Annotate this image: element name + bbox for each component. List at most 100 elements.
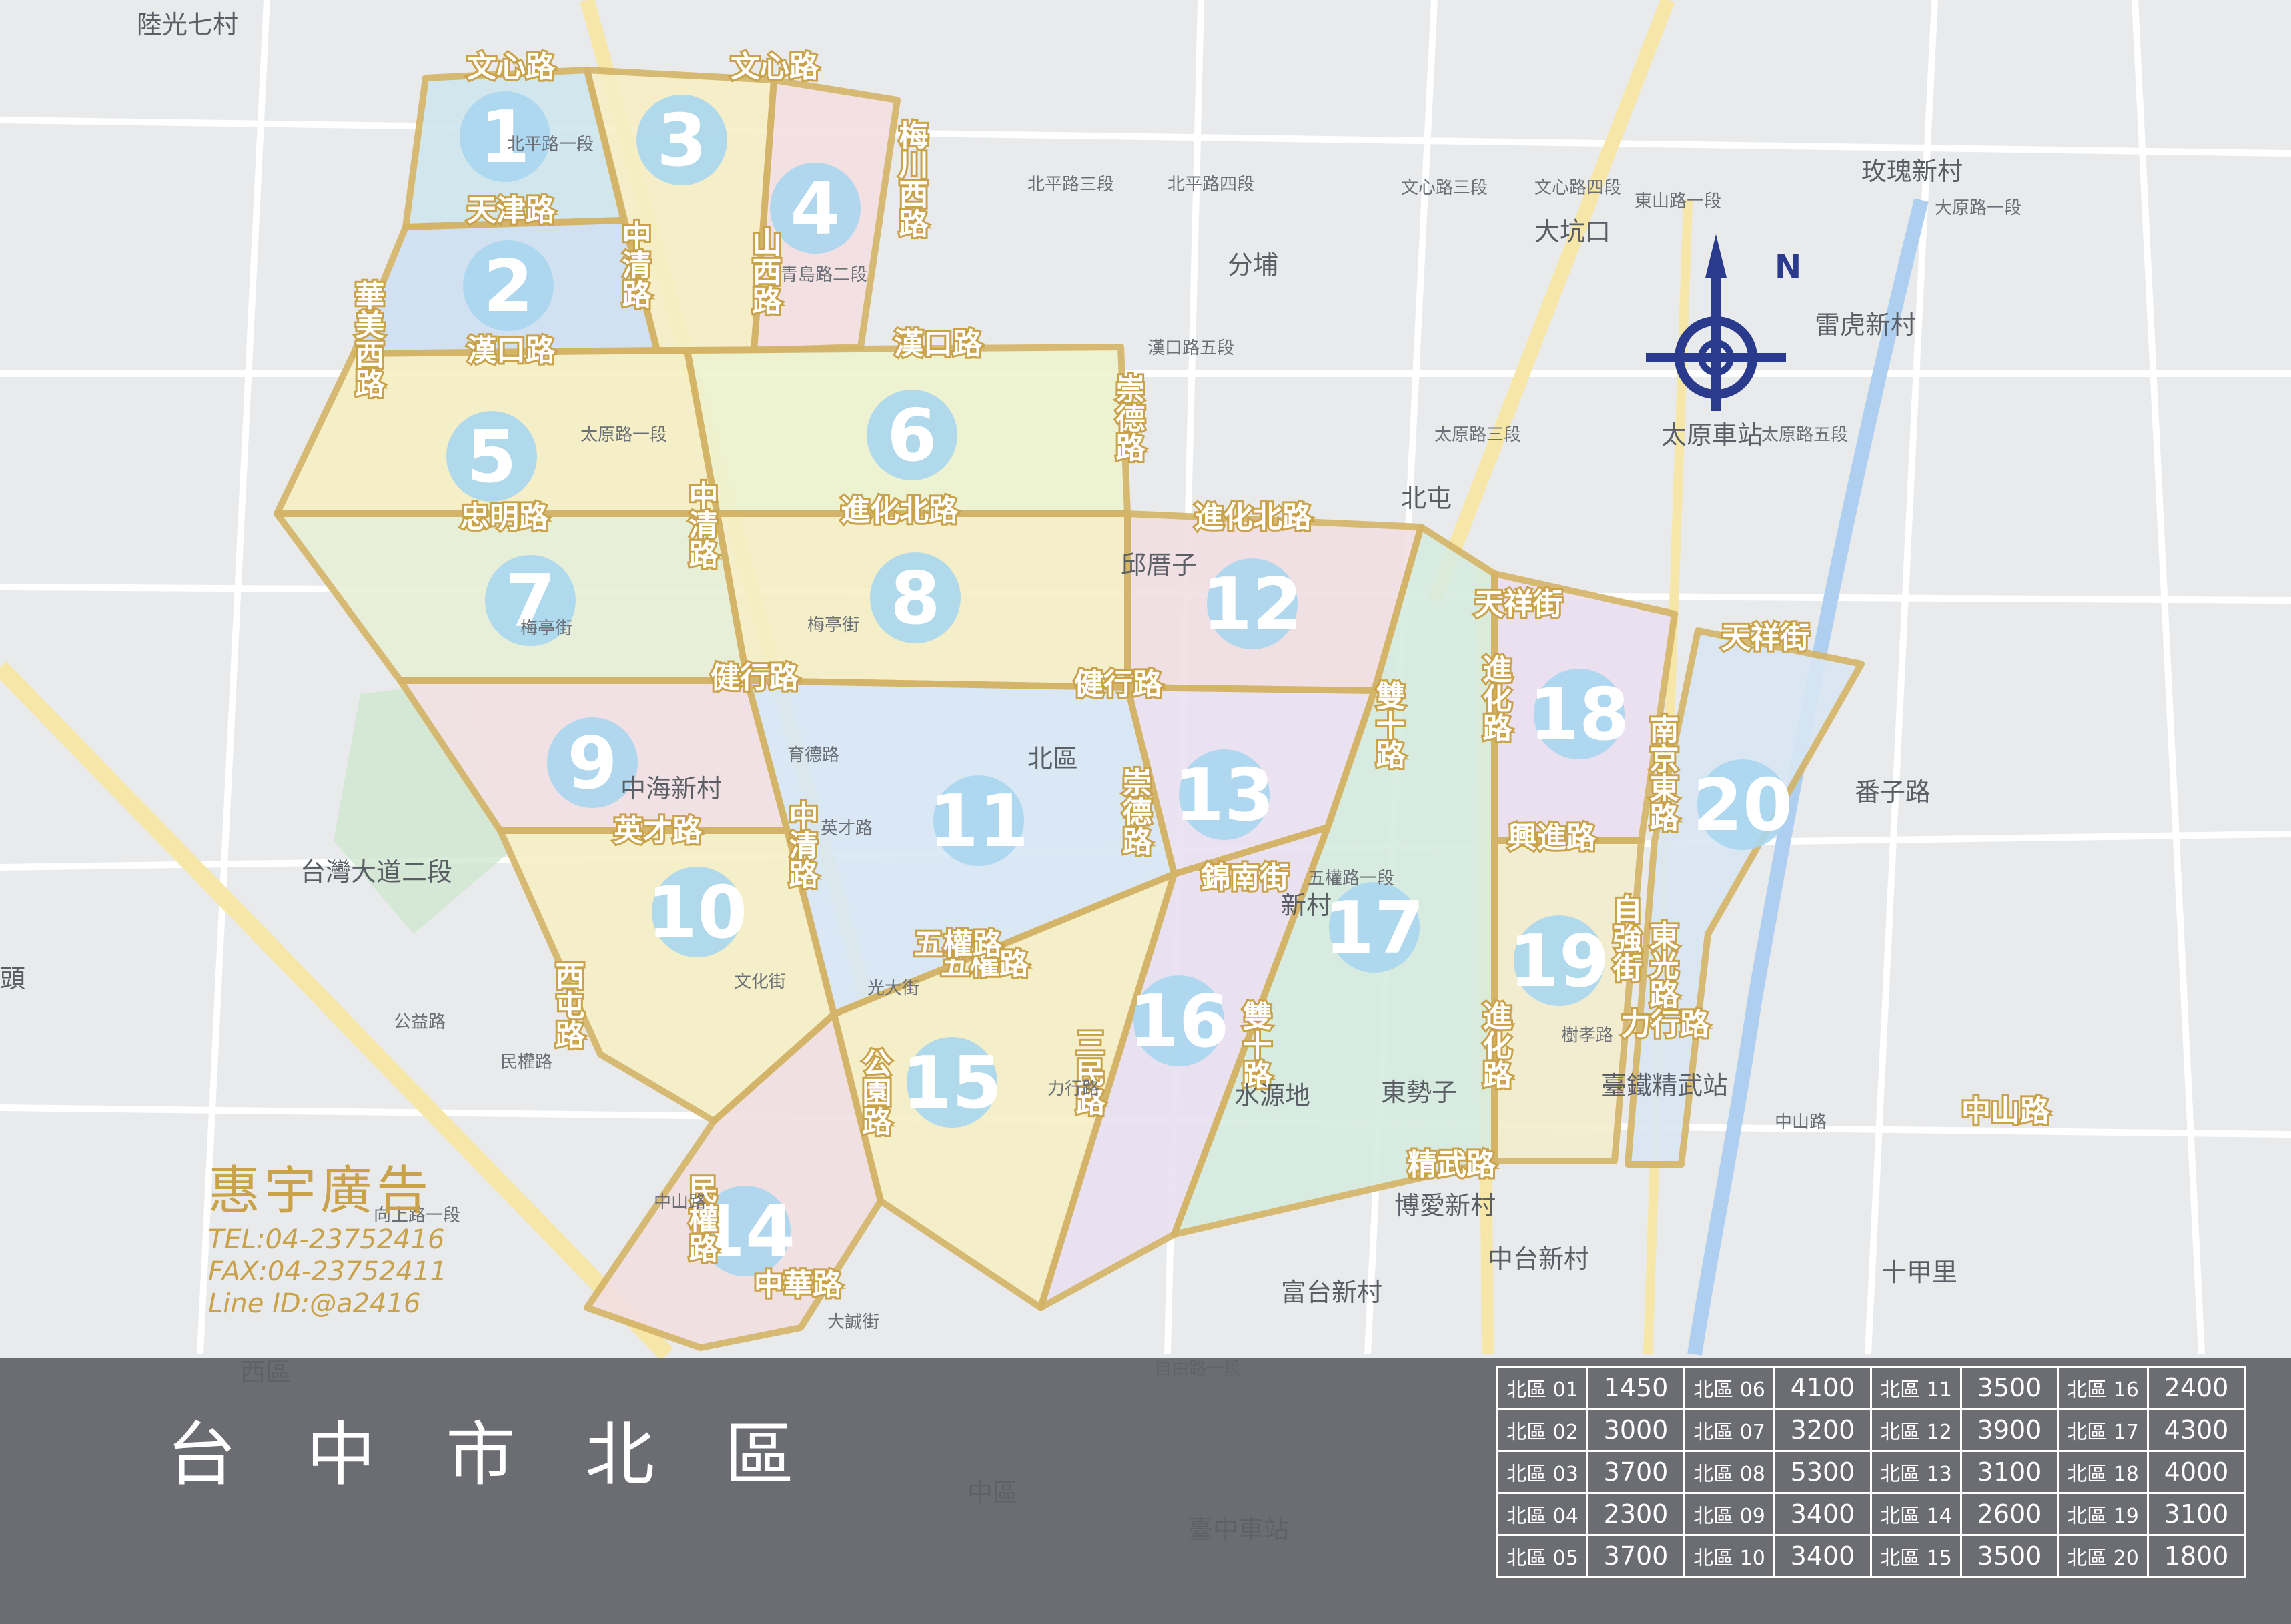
place-label: 陸光七村 (137, 10, 238, 39)
district-name-cell: 北區 19 (2057, 1492, 2149, 1536)
road-label: 南京東路 (1645, 714, 1679, 831)
place-label: 十甲里 (1881, 1258, 1957, 1287)
district-price-cell: 2600 (1960, 1492, 2059, 1536)
street-label: 東山路一段 (1635, 191, 1721, 212)
street-label: 文心路四段 (1534, 178, 1621, 198)
place-label: 東勢子 (1381, 1078, 1457, 1107)
district-name-cell: 北區 13 (1870, 1450, 1962, 1494)
place-label: 博愛新村 (1394, 1191, 1496, 1220)
street-label: 光大街 (867, 979, 919, 999)
road-label: 天祥街 (1721, 621, 1809, 655)
street-label: 大原路一段 (1935, 198, 2021, 218)
district-name-cell: 北區 12 (1870, 1408, 1962, 1452)
district-price-cell: 2400 (2147, 1366, 2246, 1410)
place-label: 頭 (0, 964, 25, 993)
place-label: 中台新村 (1488, 1244, 1589, 1274)
street-label: 中山路 (1775, 1112, 1827, 1132)
region-marker-13[interactable]: 13 (1174, 749, 1274, 840)
region-marker-10[interactable]: 10 (647, 867, 747, 957)
region-number: 3 (656, 99, 707, 183)
district-name-cell: 北區 02 (1496, 1408, 1588, 1452)
road-label: 健行路 (711, 661, 799, 695)
road-label: 精武路 (1408, 1148, 1496, 1182)
street-label: 大誠街 (827, 1312, 879, 1332)
region-marker-16[interactable]: 16 (1129, 975, 1229, 1066)
district-price-cell: 5300 (1773, 1450, 1872, 1494)
district-price-cell: 3500 (1960, 1366, 2059, 1410)
region-marker-2[interactable]: 2 (463, 240, 554, 331)
compass-icon: N (1646, 234, 1801, 411)
advertiser-line-id: Line ID:@a2416 (208, 1288, 421, 1319)
street-label: 青島路二段 (781, 265, 867, 285)
district-name-cell: 北區 17 (2057, 1408, 2149, 1452)
region-marker-5[interactable]: 5 (446, 411, 537, 502)
region-number: 11 (929, 780, 1029, 863)
road-label: 中清路 (784, 801, 819, 889)
district-price-cell: 1450 (1586, 1366, 1685, 1410)
region-marker-17[interactable]: 17 (1324, 882, 1424, 973)
road-label: 英才路 (614, 814, 703, 848)
street-label: 北平路三段 (1027, 175, 1114, 195)
region-marker-20[interactable]: 20 (1693, 759, 1793, 850)
street-label: 太原路五段 (1761, 425, 1848, 445)
street-label: 公益路 (394, 1012, 446, 1032)
road-label: 力行路 (1621, 1007, 1710, 1042)
road-label: 中華路 (754, 1268, 843, 1302)
street-label: 太原路一段 (580, 425, 667, 445)
region-marker-18[interactable]: 18 (1529, 669, 1629, 759)
place-label: 臺鐵精武站 (1601, 1071, 1728, 1100)
district-name-cell: 北區 01 (1496, 1366, 1588, 1410)
district-name-cell: 北區 16 (2057, 1366, 2149, 1410)
region-marker-3[interactable]: 3 (636, 95, 727, 185)
road-label: 梅川西路 (894, 120, 929, 238)
road-label: 華美西路 (350, 280, 385, 398)
region-number: 2 (483, 245, 533, 328)
road-label: 崇德路 (1111, 374, 1146, 462)
district-name-cell: 北區 05 (1496, 1534, 1588, 1578)
district-price-cell: 3100 (1960, 1450, 2059, 1494)
place-label: 中海新村 (620, 774, 722, 803)
place-label: 台灣大道二段 (300, 857, 452, 887)
district-name-cell: 北區 04 (1496, 1492, 1588, 1536)
district-price-cell: 4000 (2147, 1450, 2246, 1494)
region-marker-12[interactable]: 12 (1202, 558, 1302, 649)
street-label: 漢口路五段 (1148, 338, 1234, 358)
region-marker-6[interactable]: 6 (867, 390, 957, 480)
district-price-cell: 3700 (1586, 1534, 1685, 1578)
district-name-cell: 北區 09 (1683, 1492, 1775, 1536)
advertiser-block: 惠宇廣告 TEL:04-23752416 FAX:04-23752411 Lin… (208, 1149, 447, 1320)
street-label: 梅亭街 (807, 615, 859, 635)
district-price-cell: 3400 (1773, 1534, 1872, 1578)
district-price-cell: 3200 (1773, 1408, 1872, 1452)
place-label: 邱厝子 (1121, 550, 1197, 580)
road-label: 漢口路 (467, 334, 556, 368)
road-label: 中清路 (617, 220, 652, 308)
region-marker-4[interactable]: 4 (770, 163, 861, 254)
district-price-cell: 3700 (1586, 1450, 1685, 1494)
road-label: 雙十路 (1371, 681, 1406, 769)
price-row: 北區 01 1450 北區 06 4100 北區 11 3500 北區 16 2400 (1496, 1366, 2246, 1410)
road-label: 中山路 (1961, 1094, 2050, 1128)
district-name-cell: 北區 10 (1683, 1534, 1775, 1578)
street-label: 太原路三段 (1434, 425, 1521, 445)
district-name-cell: 北區 14 (1870, 1492, 1962, 1536)
region-marker-19[interactable]: 19 (1509, 915, 1609, 1006)
advertiser-tel: TEL:04-23752416 (208, 1224, 445, 1255)
region-number: 6 (887, 394, 937, 478)
district-price-cell: 1800 (2147, 1534, 2246, 1578)
road-label: 文心路 (731, 50, 819, 84)
road-label: 錦南街 (1201, 861, 1289, 895)
district-name-cell: 北區 15 (1870, 1534, 1962, 1578)
road-label: 西屯路 (550, 961, 585, 1049)
advertiser-fax: FAX:04-23752411 (208, 1256, 447, 1287)
place-label: 富台新村 (1281, 1278, 1382, 1307)
region-marker-8[interactable]: 8 (870, 552, 961, 643)
region-marker-15[interactable]: 15 (902, 1037, 1002, 1128)
street-label: 梅亭街 (520, 619, 572, 639)
road-label: 忠明路 (460, 500, 549, 534)
region-number: 9 (567, 722, 617, 805)
region-marker-11[interactable]: 11 (929, 775, 1029, 866)
price-table: 北區 01 1450 北區 06 4100 北區 11 3500 北區 16 2400 北區 0… (1496, 1366, 2246, 1578)
region-number: 15 (902, 1042, 1002, 1125)
road-label: 漢口路 (894, 327, 983, 361)
